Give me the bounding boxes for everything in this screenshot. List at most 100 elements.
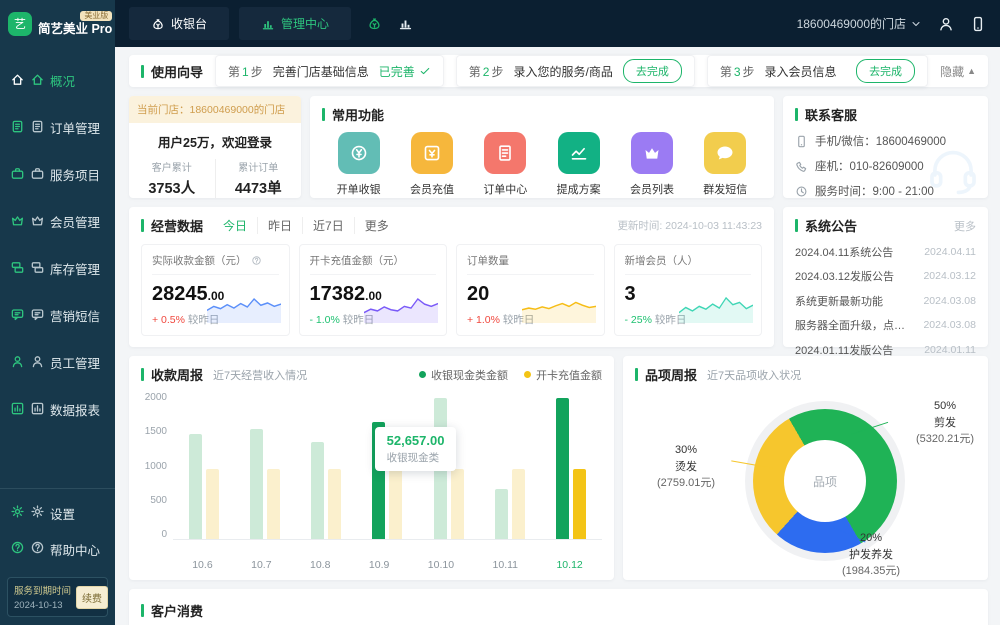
bar-group[interactable]: [189, 434, 219, 539]
report-icon: [10, 401, 25, 419]
sidebar-item-home[interactable]: 概况: [0, 57, 115, 104]
store-selector-label: 18600469000的门店: [797, 15, 906, 32]
store-selector[interactable]: 18600469000的门店: [797, 15, 922, 32]
announcement-title[interactable]: 服务器全面升级，点击…: [795, 317, 907, 333]
main-content: 使用向导 第1步 完善门店基础信息 已完善 第2步 录入您的服务/商品 去完成 …: [115, 47, 1000, 625]
step-2-complete-button[interactable]: 去完成: [623, 59, 682, 83]
tab-cashier[interactable]: 收银台: [129, 7, 229, 40]
weekly-revenue-card: 收款周报 近7天经营收入情况 收银现金类金额 开卡充值金额 2000150010…: [129, 356, 614, 580]
sidebar-item-help[interactable]: 帮助中心: [0, 531, 115, 567]
bar[interactable]: [311, 442, 324, 539]
step-3-number: 第3步: [720, 63, 755, 80]
quick-fn-yencircle[interactable]: 开单收银: [337, 132, 381, 197]
sidebar-item-order[interactable]: 订单管理: [0, 104, 115, 151]
bar[interactable]: [328, 469, 341, 539]
renew-button[interactable]: 续费: [76, 586, 108, 609]
announcements-header: 系统公告 更多: [795, 216, 976, 235]
bar-group[interactable]: [311, 442, 341, 539]
weekly-revenue-title: 收款周报: [151, 365, 203, 384]
business-data-title: 经营数据: [151, 216, 203, 235]
tab-management-center[interactable]: 管理中心: [239, 7, 351, 40]
row-charts: 收款周报 近7天经营收入情况 收银现金类金额 开卡充值金额 2000150010…: [129, 356, 988, 580]
bar[interactable]: [495, 489, 508, 539]
row-business: 经营数据 今日昨日近7日更多 更新时间: 2024-10-03 11:43:23…: [129, 207, 988, 347]
service-icon: [10, 166, 25, 184]
service-expiry-label: 服务到期时间: [14, 583, 71, 597]
section-accent-bar: [322, 108, 325, 121]
announcement-row: 系统更新最新功能 2024.03.08: [795, 293, 976, 309]
business-tab-0[interactable]: 今日: [213, 217, 257, 234]
usage-guide-title-text: 使用向导: [151, 62, 203, 81]
business-tab-2[interactable]: 近7日: [302, 217, 354, 234]
legend-recharge[interactable]: 开卡充值金额: [524, 367, 602, 383]
bar[interactable]: [206, 469, 219, 539]
announcement-date: 2024.03.08: [923, 295, 976, 307]
app-title: 简艺美业 Pro: [38, 23, 112, 36]
step-3-complete-button[interactable]: 去完成: [856, 59, 915, 83]
bar[interactable]: [189, 434, 202, 539]
section-accent-bar: [141, 65, 144, 78]
announcement-title[interactable]: 2024.04.11系统公告: [795, 244, 893, 260]
mobile-icon[interactable]: [970, 16, 986, 32]
usage-guide-title: 使用向导: [141, 62, 203, 81]
bar-group[interactable]: [250, 429, 280, 539]
sidebar-item-staff[interactable]: 员工管理: [0, 339, 115, 386]
x-tick: 10.9: [369, 559, 389, 571]
business-tab-1[interactable]: 昨日: [257, 217, 302, 234]
gear-icon: [30, 504, 45, 522]
bar[interactable]: [451, 469, 464, 539]
announcement-title[interactable]: 系统更新最新功能: [795, 293, 883, 309]
announcements-list: 2024.04.11系统公告 2024.04.11 2024.03.12发版公告…: [795, 244, 976, 358]
store-stat-customers: 客户累计 3753人: [129, 159, 215, 198]
slice-label-perm: 30% 烫发 (2759.01元): [637, 442, 735, 492]
category-weekly-title: 品项周报: [645, 365, 697, 384]
donut-center: 品项: [784, 440, 866, 522]
chevron-down-icon: [910, 18, 922, 30]
bar[interactable]: [267, 469, 280, 539]
sidebar-item-gear[interactable]: 设置: [0, 495, 115, 531]
quick-fn-yenbox[interactable]: 会员充值: [410, 132, 454, 197]
announcements-card: 系统公告 更多 2024.04.11系统公告 2024.04.11 2024.0…: [783, 207, 988, 347]
bar-group[interactable]: [495, 469, 525, 539]
moneybag-quick-icon[interactable]: [367, 16, 382, 31]
business-tab-3[interactable]: 更多: [354, 217, 399, 234]
bar[interactable]: [556, 398, 569, 539]
quick-fn-bubble[interactable]: 群发短信: [703, 132, 747, 197]
section-accent-bar: [141, 368, 144, 381]
sidebar-item-service[interactable]: 服务项目: [0, 151, 115, 198]
sms-icon: [10, 307, 25, 325]
business-data-header: 经营数据 今日昨日近7日更多 更新时间: 2024-10-03 11:43:23: [141, 216, 762, 235]
stat-card-0: 实际收款金额（元） 28245.00 + 0.5% 较昨日: [141, 244, 290, 336]
bar[interactable]: [250, 429, 263, 539]
customer-consumption-card: 客户消费: [129, 589, 988, 625]
quick-fn-trend[interactable]: 提成方案: [557, 132, 601, 197]
section-accent-bar: [795, 219, 798, 232]
service-icon: [30, 166, 45, 184]
announcement-date: 2024.03.12: [923, 270, 976, 282]
sidebar-item-member[interactable]: 会员管理: [0, 198, 115, 245]
bar[interactable]: [573, 469, 586, 539]
sidebar-footer-menu: 设置 帮助中心: [0, 495, 115, 567]
legend-cash[interactable]: 收银现金类金额: [419, 367, 508, 383]
bar[interactable]: [512, 469, 525, 539]
user-icon[interactable]: [938, 16, 954, 32]
logo[interactable]: 艺 美业版 简艺美业 Pro: [0, 0, 115, 47]
contact-text: 服务时间：9:00 - 21:00: [815, 183, 934, 198]
headset-icon: [924, 138, 982, 196]
sidebar-item-sms[interactable]: 营销短信: [0, 292, 115, 339]
member-icon: [30, 213, 45, 231]
sidebar-item-report[interactable]: 数据报表: [0, 386, 115, 433]
quick-fn-crown[interactable]: 会员列表: [630, 132, 674, 197]
quick-fn-doc[interactable]: 订单中心: [483, 132, 527, 197]
bar[interactable]: [389, 469, 402, 539]
sidebar-item-label: 帮助中心: [50, 540, 100, 559]
sidebar-item-inventory[interactable]: 库存管理: [0, 245, 115, 292]
bar-chart-quick-icon[interactable]: [398, 16, 413, 31]
hide-guide-button[interactable]: 隐藏▲: [940, 63, 976, 80]
sidebar-spacer: [0, 433, 115, 488]
announcement-title[interactable]: 2024.03.12发版公告: [795, 268, 894, 284]
bar-group[interactable]: [556, 398, 586, 539]
help-icon[interactable]: [251, 255, 262, 266]
announcements-more-link[interactable]: 更多: [954, 218, 976, 234]
contact-text: 座机：010-82609000: [815, 158, 924, 174]
